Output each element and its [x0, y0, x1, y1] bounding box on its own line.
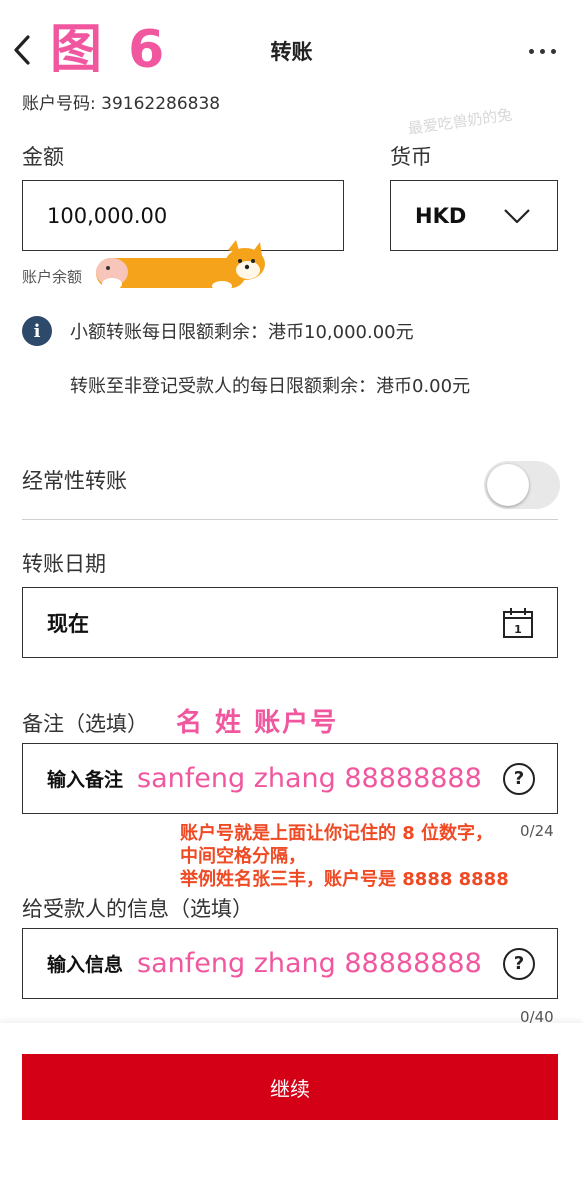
remark-typed-annotation: sanfeng zhang 88888888 [137, 763, 482, 794]
account-number: 账户号码: 39162286838 [22, 94, 221, 114]
remark-field[interactable]: 输入备注 sanfeng zhang 88888888 ? [22, 743, 558, 814]
note-line: 中间空格分隔， [180, 846, 306, 867]
dot [528, 48, 534, 54]
amount-label: 金额 [22, 145, 64, 169]
continue-button[interactable]: 继续 [22, 1054, 558, 1120]
recurring-label: 经常性转账 [22, 469, 127, 493]
calendar-icon[interactable]: 1 [501, 606, 535, 640]
note-line: 举例姓名张三丰，账户号是 8888 8888 [180, 869, 509, 890]
divider [22, 519, 558, 520]
remark-label: 备注（选填） [22, 712, 148, 736]
page-title: 转账 [270, 40, 313, 64]
question-icon[interactable]: ? [503, 762, 535, 795]
more-dots-icon[interactable] [520, 36, 564, 66]
remark-annotation: 名 姓 账户号 [176, 708, 339, 738]
calendar-day: 1 [514, 623, 522, 636]
message-placeholder: 输入信息 [47, 954, 124, 976]
unregistered-payee-limit: 转账至非登记受款人的每日限额剩余：港币0.00元 [70, 376, 471, 397]
amount-input[interactable] [47, 203, 343, 228]
note-line: 账户号就是上面让你记住的 8 位数字， [180, 823, 494, 844]
toggle-knob [487, 464, 529, 506]
chevron-down-icon [504, 208, 530, 223]
watermark: 最爱吃兽奶的兔 [406, 105, 514, 138]
dot [539, 48, 545, 54]
date-value: 现在 [47, 611, 89, 636]
small-transfer-limit: 小额转账每日限额剩余：港币10,000.00元 [70, 322, 414, 343]
recurring-toggle[interactable] [484, 461, 560, 509]
date-label: 转账日期 [22, 552, 106, 576]
currency-select[interactable]: HKD [390, 180, 558, 251]
question-icon[interactable]: ? [503, 947, 535, 980]
remark-note-annotation: 账户号就是上面让你记住的 8 位数字， 中间空格分隔， 举例姓名张三丰，账户号是… [180, 822, 509, 891]
date-field[interactable]: 现在 1 [22, 587, 558, 658]
remark-placeholder: 输入备注 [47, 769, 124, 791]
balance-label: 账户余额 [22, 268, 83, 286]
remark-counter: 0/24 [520, 822, 554, 840]
message-label: 给受款人的信息（选填） [22, 897, 253, 921]
message-field[interactable]: 输入信息 sanfeng zhang 88888888 ? [22, 928, 558, 999]
currency-value: HKD [415, 203, 467, 228]
shiba-sticker-image [96, 240, 265, 291]
message-typed-annotation: sanfeng zhang 88888888 [137, 948, 482, 979]
currency-label: 货币 [390, 145, 432, 169]
dot [550, 48, 556, 54]
info-icon: i [22, 316, 52, 346]
